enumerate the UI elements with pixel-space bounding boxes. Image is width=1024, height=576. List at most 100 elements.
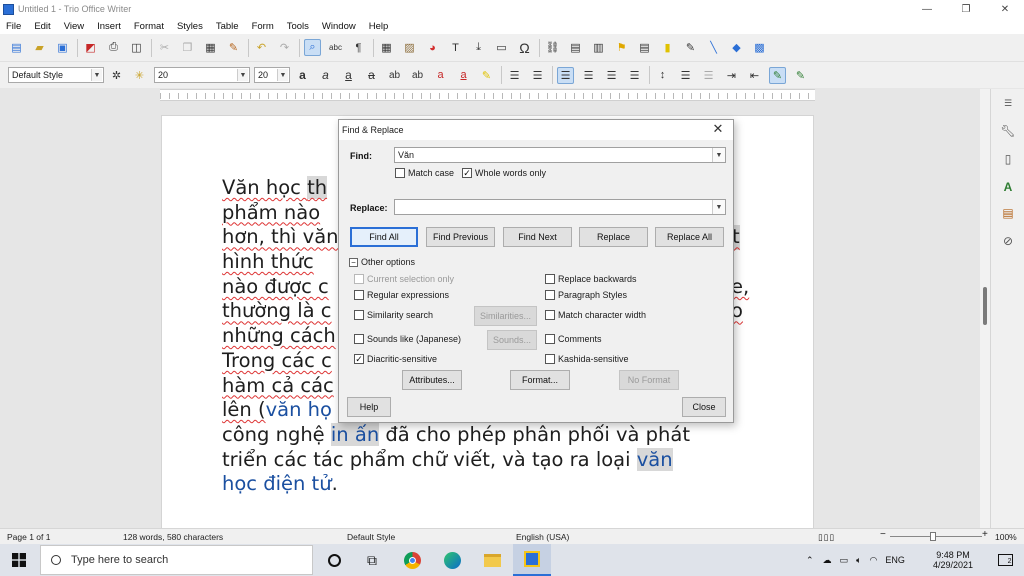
replace-all-button[interactable]: Replace All bbox=[655, 227, 724, 247]
windows-start-icon[interactable] bbox=[0, 544, 38, 576]
special-character-icon[interactable]: Ω bbox=[516, 39, 533, 56]
vertical-scrollbar[interactable] bbox=[980, 89, 990, 528]
basic-shapes-icon[interactable]: ◆ bbox=[728, 39, 745, 56]
new-document-icon[interactable]: ▤ bbox=[8, 39, 25, 56]
document-line[interactable]: triển các tác phẩm chữ viết, và tạo ra l… bbox=[222, 447, 747, 473]
align-right-icon[interactable]: ☰ bbox=[603, 67, 620, 84]
zoom-slider[interactable] bbox=[890, 536, 982, 537]
checkmark-icon[interactable]: ✓ bbox=[354, 354, 364, 364]
insert-table-icon[interactable]: ▦ bbox=[378, 39, 395, 56]
track-changes-icon[interactable]: ✎ bbox=[682, 39, 699, 56]
replace-input[interactable]: ▼ bbox=[394, 199, 726, 215]
menu-view[interactable]: View bbox=[64, 21, 84, 32]
menu-format[interactable]: Format bbox=[134, 21, 164, 32]
paragraph-style-combo[interactable]: Default Style ▼ bbox=[8, 67, 104, 83]
clock[interactable]: 9:48 PM 4/29/2021 bbox=[928, 544, 978, 576]
comment-icon[interactable]: ▮ bbox=[659, 39, 676, 56]
current-selection-checkbox[interactable]: Current selection only bbox=[354, 274, 454, 284]
font-color-icon[interactable]: a bbox=[455, 67, 472, 84]
find-all-button[interactable]: Find All bbox=[350, 227, 418, 247]
decrease-indent-icon[interactable]: ⇤ bbox=[746, 67, 763, 84]
menu-edit[interactable]: Edit bbox=[34, 21, 50, 32]
sounds-like-checkbox[interactable]: Sounds like (Japanese) bbox=[354, 334, 461, 344]
line-spacing-icon[interactable]: ↕ bbox=[654, 67, 671, 84]
chevron-down-icon[interactable]: ▼ bbox=[237, 69, 248, 81]
replace-backwards-checkbox[interactable]: Replace backwards bbox=[545, 274, 637, 284]
whole-words-checkbox[interactable]: ✓ Whole words only bbox=[462, 168, 546, 178]
sounds-button[interactable]: Sounds... bbox=[487, 330, 537, 350]
dialog-close-icon[interactable]: ✕ bbox=[711, 121, 725, 136]
spelling-icon[interactable]: abc bbox=[327, 39, 344, 56]
increase-paragraph-spacing-icon[interactable]: ☰ bbox=[677, 67, 694, 84]
paste-icon[interactable]: ▦ bbox=[202, 39, 219, 56]
menu-insert[interactable]: Insert bbox=[97, 21, 121, 32]
menu-window[interactable]: Window bbox=[322, 21, 356, 32]
insert-image-icon[interactable]: ▨ bbox=[401, 39, 418, 56]
chevron-down-icon[interactable]: ▼ bbox=[91, 69, 102, 81]
paragraph-styles-checkbox[interactable]: Paragraph Styles bbox=[545, 290, 627, 300]
find-previous-button[interactable]: Find Previous bbox=[426, 227, 495, 247]
update-style-icon[interactable]: ✲ bbox=[108, 67, 125, 84]
page-style[interactable]: Default Style bbox=[347, 532, 395, 542]
minimize-button[interactable]: — bbox=[908, 0, 946, 18]
styles-icon[interactable]: A bbox=[1000, 179, 1016, 195]
endnote-icon[interactable]: ▥ bbox=[590, 39, 607, 56]
battery-icon[interactable]: ▭ bbox=[840, 555, 849, 566]
chevron-up-icon[interactable]: ⌃ bbox=[806, 555, 814, 566]
align-left-icon[interactable]: ☰ bbox=[557, 66, 574, 84]
hyperlink-text[interactable]: văn bbox=[636, 447, 673, 471]
other-options-expander[interactable]: − Other options bbox=[349, 257, 415, 267]
cross-reference-icon[interactable]: ▤ bbox=[636, 39, 653, 56]
help-button[interactable]: Help bbox=[347, 397, 391, 417]
diacritic-sensitive-checkbox[interactable]: ✓ Diacritic-sensitive bbox=[354, 354, 437, 364]
menu-table[interactable]: Table bbox=[216, 21, 239, 32]
chevron-down-icon[interactable]: ▼ bbox=[712, 148, 725, 162]
export-pdf-icon[interactable]: ◩ bbox=[82, 39, 99, 56]
checkbox-box[interactable] bbox=[395, 168, 405, 178]
bullet-list-icon[interactable]: ☰ bbox=[506, 67, 523, 84]
chevron-down-icon[interactable]: ▼ bbox=[277, 69, 288, 81]
print-icon[interactable]: ⎙ bbox=[105, 39, 122, 56]
insert-chart-icon[interactable]: ◕ bbox=[424, 39, 441, 56]
undo-icon[interactable]: ↶ bbox=[253, 39, 270, 56]
numbered-list-icon[interactable]: ☰ bbox=[529, 67, 546, 84]
menu-help[interactable]: Help bbox=[369, 21, 389, 32]
attributes-button[interactable]: Attributes... bbox=[402, 370, 462, 390]
zoom-in-icon[interactable]: + bbox=[982, 529, 988, 540]
notification-icon[interactable]: 2 bbox=[990, 544, 1020, 576]
document-line[interactable]: công nghệ in ấn đã cho phép phân phối và… bbox=[222, 422, 747, 448]
menu-file[interactable]: File bbox=[6, 21, 21, 32]
hyperlink-text[interactable]: học điện tử bbox=[222, 472, 332, 495]
match-character-width-checkbox[interactable]: Match character width bbox=[545, 310, 646, 320]
strikethrough-icon[interactable]: a bbox=[363, 67, 380, 84]
superscript-icon[interactable]: ab bbox=[386, 67, 403, 84]
copy-icon[interactable]: ❐ bbox=[179, 39, 196, 56]
hyperlink-text[interactable]: in ấn bbox=[330, 422, 380, 446]
collapse-icon[interactable]: − bbox=[349, 257, 358, 267]
replace-button[interactable]: Replace bbox=[579, 227, 648, 247]
align-center-icon[interactable]: ☰ bbox=[580, 67, 597, 84]
insert-field-icon[interactable]: ▭ bbox=[493, 39, 510, 56]
line-icon[interactable]: ╲ bbox=[705, 39, 722, 56]
view-layout-icon[interactable]: ▯▯▯ bbox=[818, 532, 835, 543]
comments-checkbox[interactable]: Comments bbox=[545, 334, 602, 344]
chevron-down-icon[interactable]: ▼ bbox=[712, 200, 725, 214]
font-size-combo[interactable]: 20 ▼ bbox=[254, 67, 290, 83]
bold-icon[interactable]: a bbox=[294, 67, 311, 84]
input-language[interactable]: ENG bbox=[885, 555, 905, 565]
sidebar-menu-icon[interactable]: ☰ bbox=[1000, 95, 1016, 111]
task-view-icon[interactable]: ⧉ bbox=[356, 544, 388, 576]
chrome-icon[interactable] bbox=[395, 544, 429, 576]
highlight-icon[interactable]: ✎ bbox=[478, 67, 495, 84]
edge-icon[interactable] bbox=[435, 544, 469, 576]
cloud-icon[interactable]: ☁ bbox=[823, 555, 832, 566]
restore-button[interactable]: ❐ bbox=[947, 0, 985, 18]
gallery-icon[interactable]: ▤ bbox=[1000, 205, 1016, 221]
footnote-icon[interactable]: ▤ bbox=[567, 39, 584, 56]
redo-icon[interactable]: ↷ bbox=[276, 39, 293, 56]
wifi-icon[interactable]: ◠ bbox=[869, 555, 877, 566]
word-count[interactable]: 128 words, 580 characters bbox=[123, 532, 223, 542]
underline-icon[interactable]: a bbox=[340, 67, 357, 84]
open-folder-icon[interactable]: ▰ bbox=[31, 39, 48, 56]
paragraph-dialog-icon[interactable]: ✎ bbox=[792, 67, 809, 84]
